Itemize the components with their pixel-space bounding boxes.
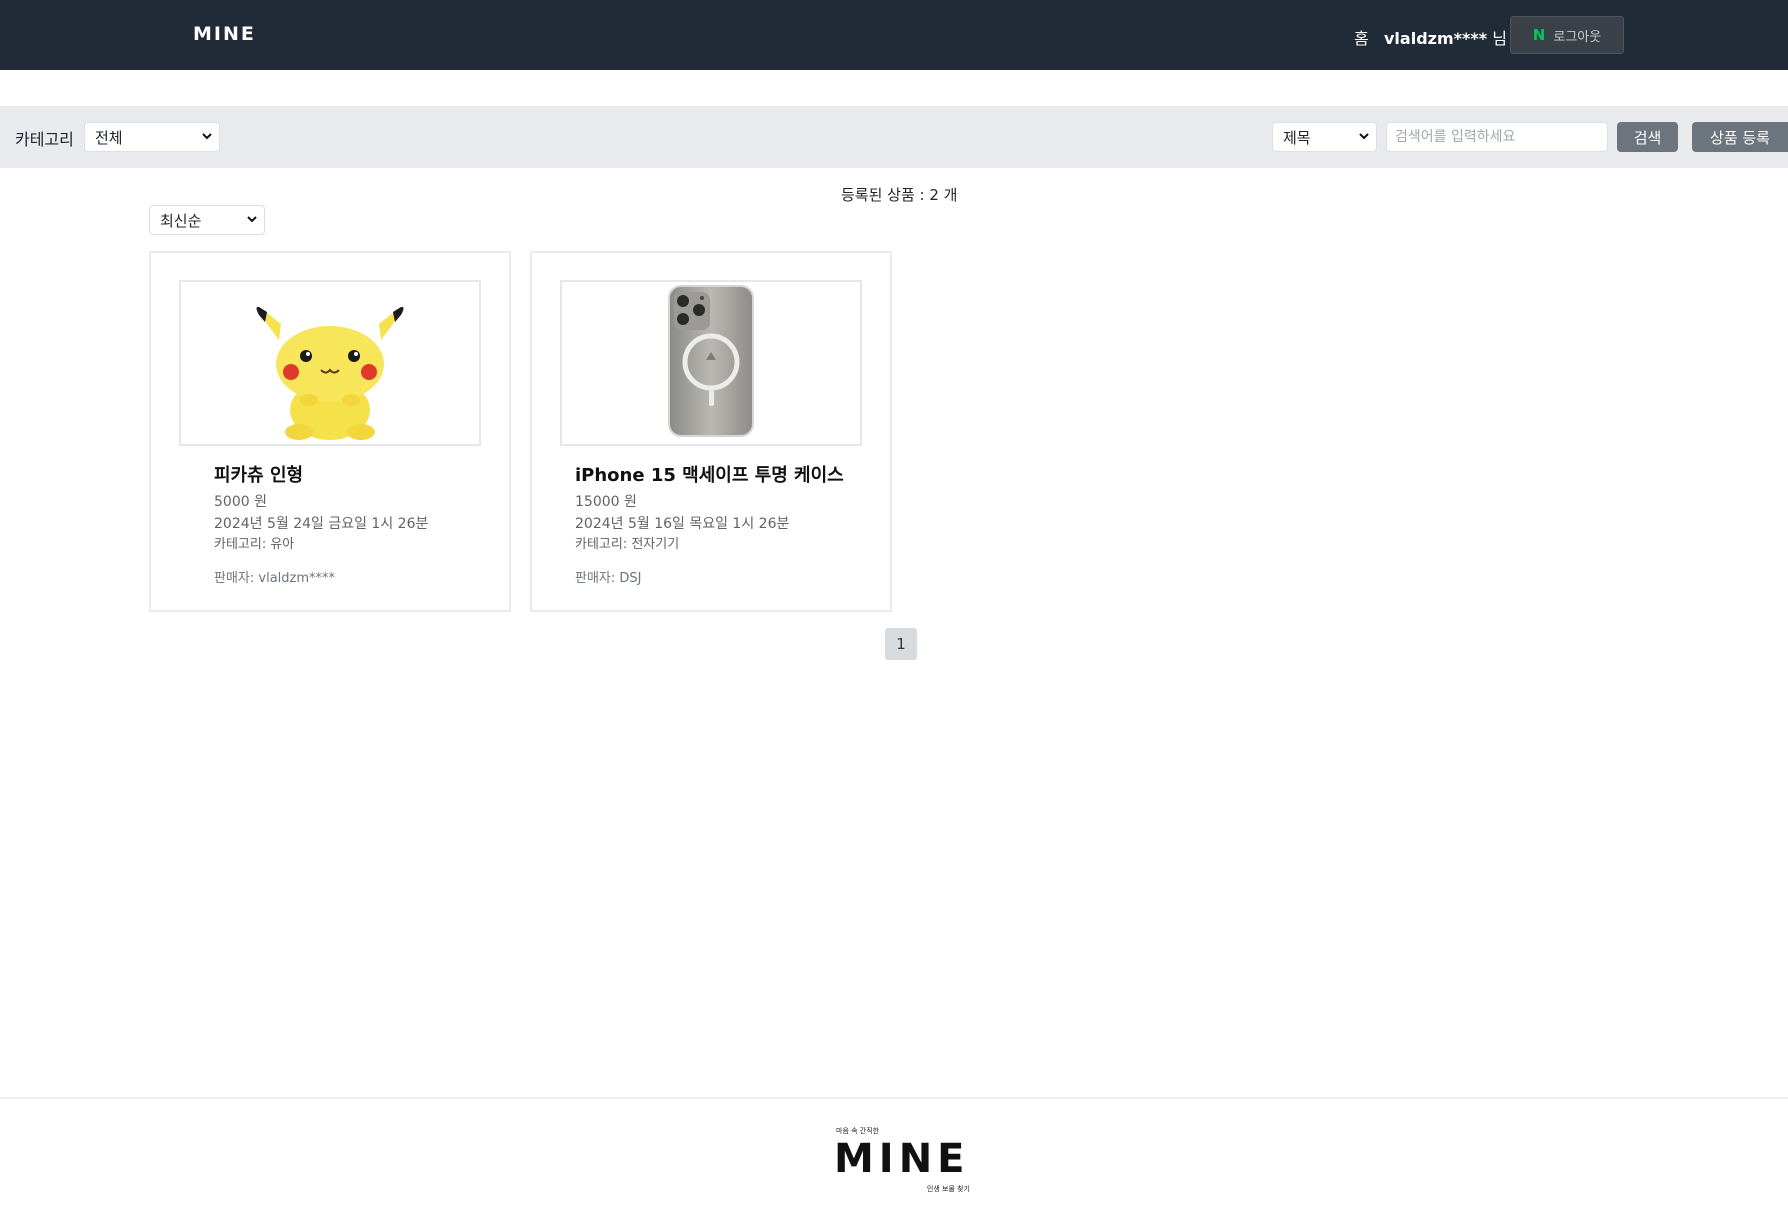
nav-home-link[interactable]: 홈 — [1354, 25, 1369, 49]
search-field-value: 제목 — [1283, 128, 1311, 147]
filter-bar: 카테고리 전체 제목 검색 상품 등록 — [0, 106, 1788, 168]
product-seller: 판매자: vlaldzm**** — [214, 571, 336, 586]
footer-logo-text: MINE — [834, 1136, 970, 1182]
top-navbar: MINE 홈 vlaldzm**** 님 N 로그아웃 — [0, 0, 1788, 70]
footer-logo-tagline-top: 마음 속 간직한 — [836, 1127, 880, 1135]
search-button[interactable]: 검색 — [1617, 122, 1678, 152]
chevron-down-icon — [1358, 129, 1370, 146]
category-select[interactable]: 전체 — [84, 122, 220, 152]
product-price: 15000 원 — [575, 494, 637, 510]
product-date: 2024년 5월 16일 목요일 1시 26분 — [575, 516, 790, 532]
pagination-page-button[interactable]: 1 — [885, 628, 917, 660]
product-card[interactable]: 피카츄 인형 5000 원 2024년 5월 24일 금요일 1시 26분 카테… — [149, 251, 511, 612]
category-label: 카테고리 — [15, 130, 74, 149]
product-image-pikachu[interactable] — [179, 280, 481, 446]
product-price: 5000 원 — [214, 494, 267, 510]
user-name: vlaldzm**** — [1384, 29, 1488, 48]
register-product-button[interactable]: 상품 등록 — [1692, 122, 1788, 152]
footer-logo: 마음 속 간직한 MINE 인생 보물 찾기 — [834, 1126, 970, 1196]
category-select-value: 전체 — [95, 128, 123, 147]
product-category: 카테고리: 전자기기 — [575, 537, 680, 552]
logout-label: 로그아웃 — [1553, 29, 1602, 45]
footer-logo-tagline-bottom: 인생 보물 찾기 — [926, 1185, 970, 1193]
product-date: 2024년 5월 24일 금요일 1시 26분 — [214, 516, 429, 532]
product-seller: 판매자: DSJ — [575, 571, 642, 586]
footer-divider — [0, 1097, 1788, 1099]
chevron-down-icon — [246, 212, 258, 229]
user-greeting: vlaldzm**** 님 — [1384, 25, 1507, 49]
search-input[interactable] — [1386, 122, 1608, 152]
product-category: 카테고리: 유아 — [214, 537, 295, 552]
chevron-down-icon — [201, 129, 213, 146]
logout-button[interactable]: N 로그아웃 — [1510, 16, 1624, 54]
product-title[interactable]: iPhone 15 맥세이프 투명 케이스 — [575, 461, 844, 487]
search-field-select[interactable]: 제목 — [1272, 122, 1377, 152]
product-image-iphone-case[interactable] — [560, 280, 862, 446]
product-title[interactable]: 피카츄 인형 — [214, 461, 303, 487]
user-suffix: 님 — [1487, 29, 1507, 48]
naver-n-icon: N — [1532, 26, 1546, 44]
product-card[interactable]: iPhone 15 맥세이프 투명 케이스 15000 원 2024년 5월 1… — [530, 251, 892, 612]
sort-select-value: 최신순 — [160, 211, 202, 230]
sort-select[interactable]: 최신순 — [149, 205, 265, 235]
brand-logo[interactable]: MINE — [193, 23, 256, 45]
product-count: 등록된 상품 : 2 개 — [841, 186, 958, 204]
